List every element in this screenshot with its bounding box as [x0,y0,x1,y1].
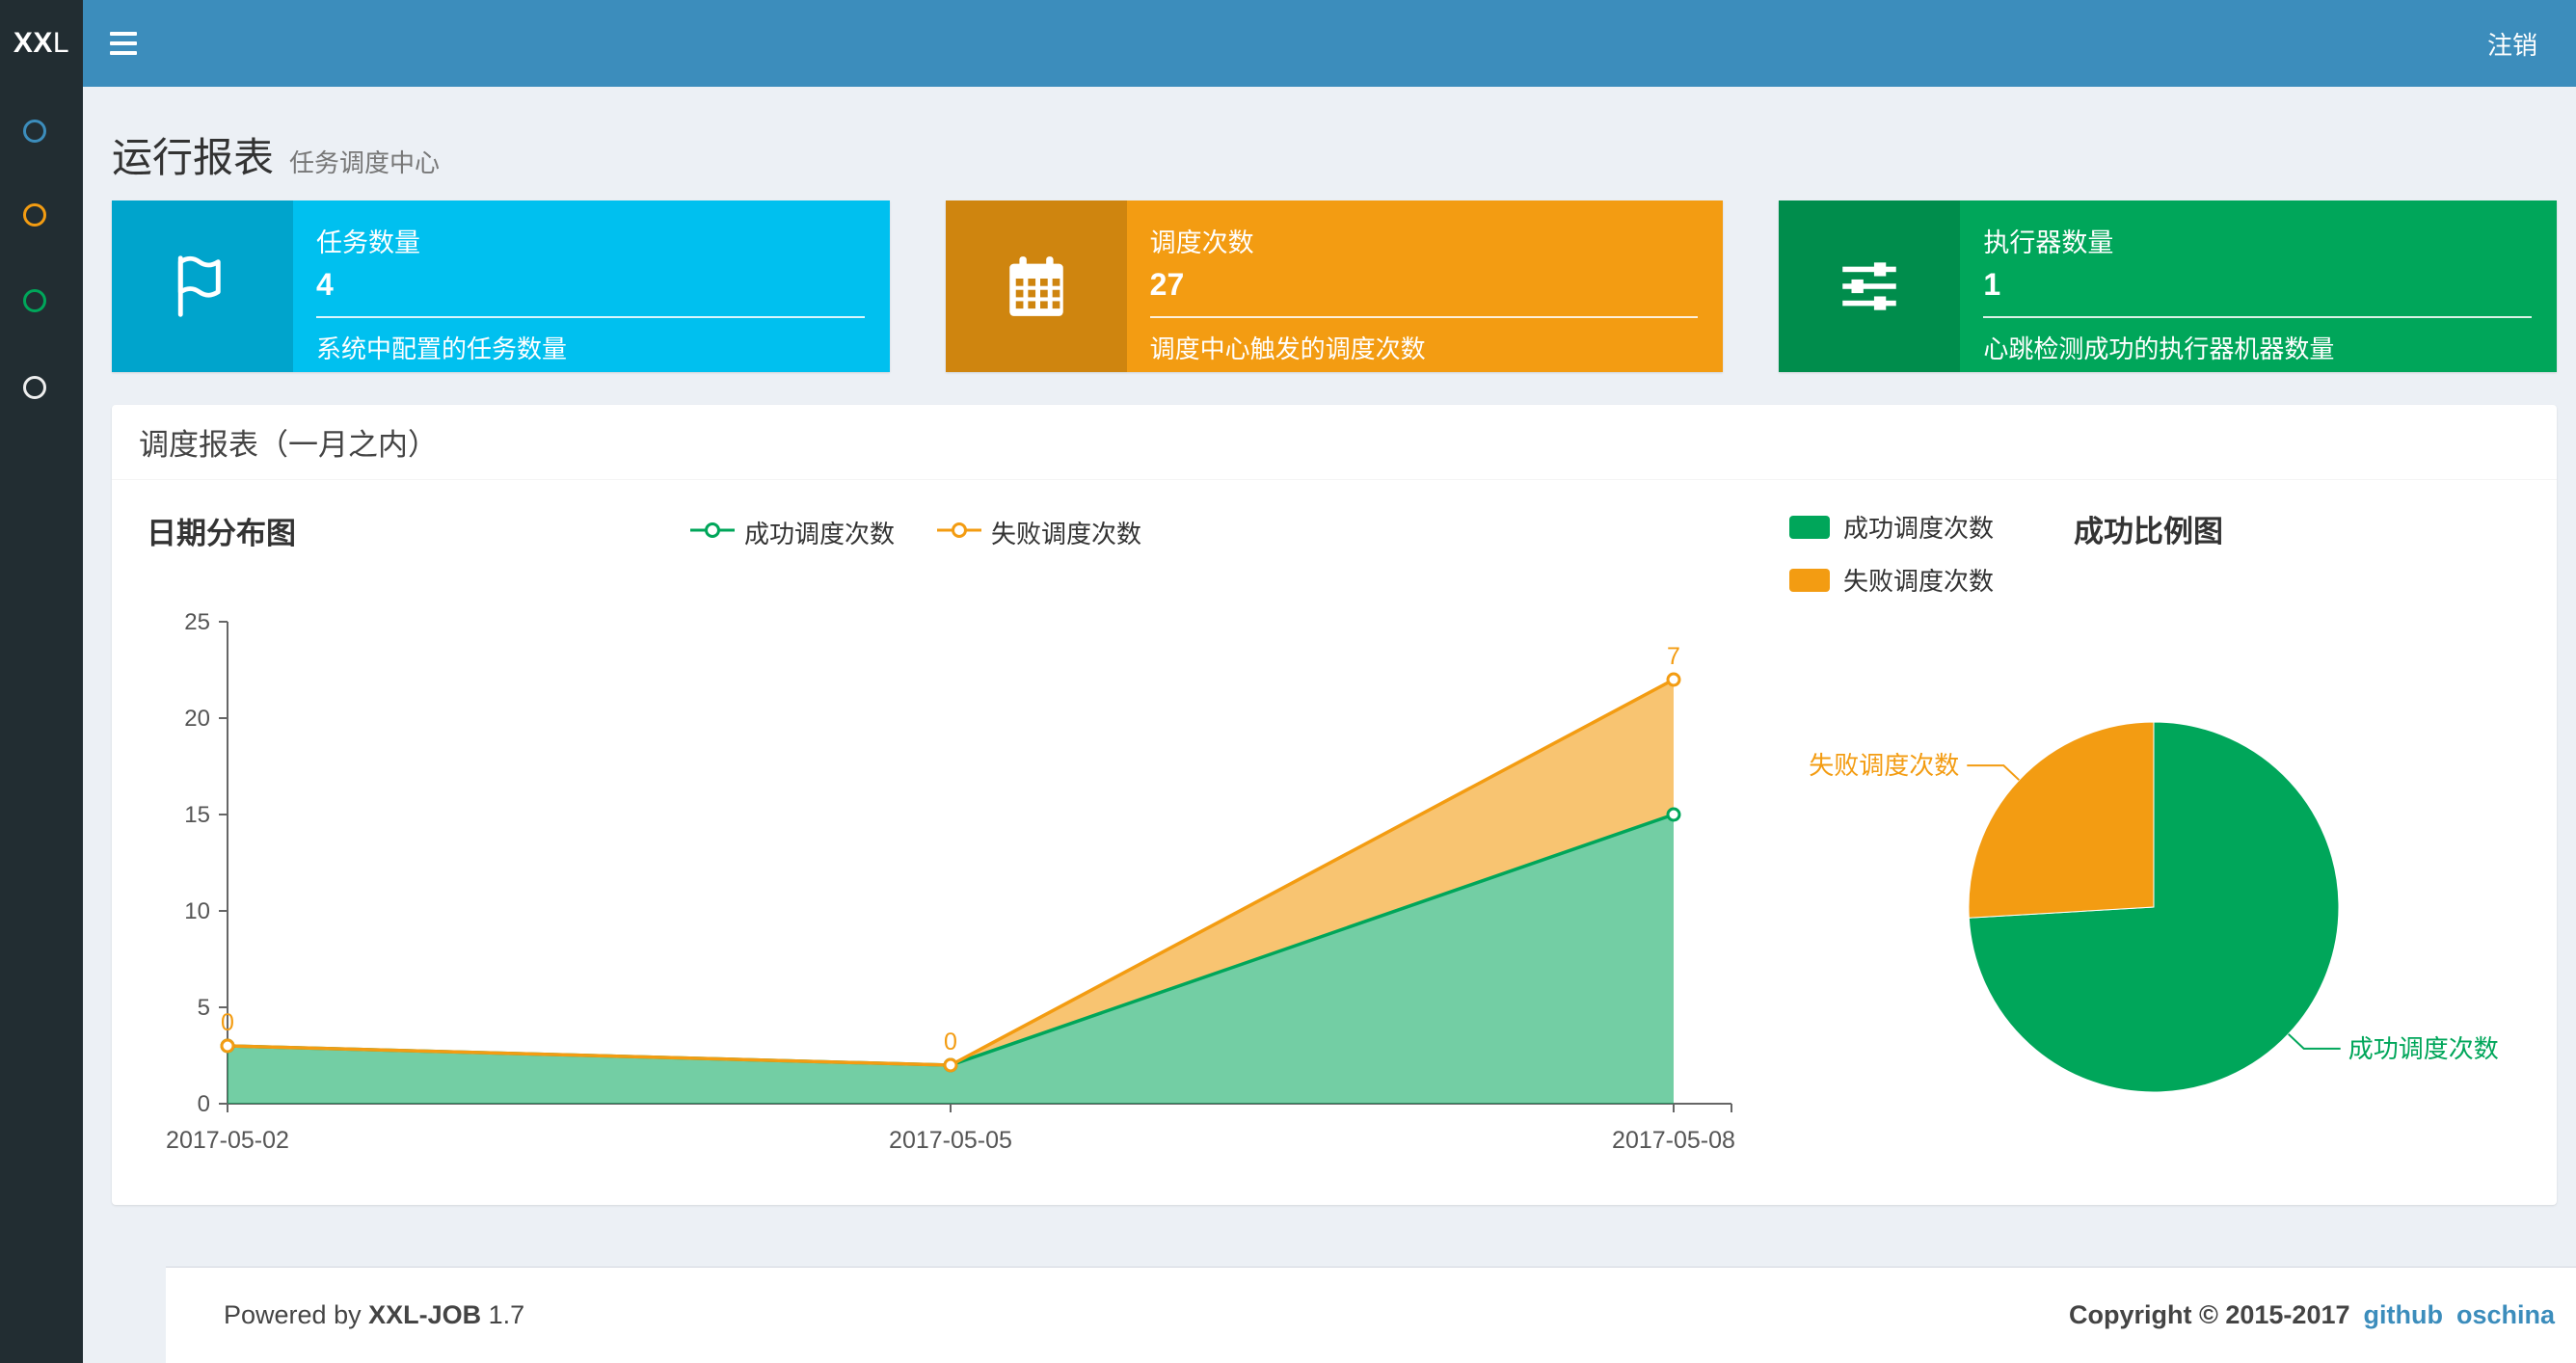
info-box-executors: 执行器数量 1 心跳检测成功的执行器机器数量 [1779,200,2558,372]
sliders-icon [1779,200,1961,372]
pie-chart-legend: 成功调度次数 失败调度次数 [1789,509,1994,598]
copyright-text: Copyright © 2015-2017 [2068,1300,2350,1329]
legend-label-fail: 失败调度次数 [991,520,1142,548]
page-title: 运行报表 [112,135,275,180]
line-legend-marker-success [690,521,735,544]
info-box-divider [1149,316,1699,318]
logout-link[interactable]: 注销 [2478,0,2547,87]
svg-text:0: 0 [944,1029,957,1056]
powered-by-text: Powered by [224,1300,362,1329]
app-logo-text-rest: L [52,27,70,59]
pie-legend-swatch-fail [1789,568,1830,592]
pie-chart-title: 成功比例图 [2074,515,2223,548]
info-box-divider [1983,316,2533,318]
pie-legend-item-success[interactable]: 成功调度次数 [1789,509,1994,545]
info-box-desc: 心跳检测成功的执行器机器数量 [1983,334,2335,363]
hamburger-icon [110,32,137,36]
page-subtitle: 任务调度中心 [289,148,441,177]
sidebar-toggle-button[interactable] [83,0,164,87]
line-chart-title: 日期分布图 [147,517,296,550]
svg-text:10: 10 [184,898,210,924]
svg-text:20: 20 [184,706,210,732]
info-box-label: 调度次数 [1149,228,1254,257]
svg-text:2017-05-05: 2017-05-05 [889,1127,1012,1154]
pie-legend-item-fail[interactable]: 失败调度次数 [1789,562,1994,598]
oschina-link[interactable]: oschina [2456,1300,2555,1330]
calendar-icon [945,200,1127,372]
svg-text:7: 7 [1667,643,1680,670]
info-box-value: 1 [1983,267,2001,302]
info-box-value: 4 [316,267,334,302]
svg-text:15: 15 [184,802,210,828]
legend-item-fail[interactable]: 失败调度次数 [937,515,1141,550]
app-logo-text: XX [13,27,53,59]
dispatch-report-panel: 调度报表（一月之内） 日期分布图 成功调度次数 失败调度次数 0 5 10 15 20 2… [112,405,2557,1205]
legend-label-success: 成功调度次数 [744,520,896,548]
product-name: XXL-JOB [368,1300,482,1329]
page-footer: Powered by XXL-JOB 1.7 Copyright © 2015-… [166,1267,2576,1363]
sidebar-menu-dot-3[interactable] [23,289,46,312]
pie-legend-swatch-success [1789,515,1830,539]
content-header: 运行报表 任务调度中心 [83,87,2576,184]
info-box-row: 任务数量 4 系统中配置的任务数量 调度次数 27 调度中心触发的调度次数 执行… [112,200,2558,372]
sidebar-menu-dot-2[interactable] [23,203,46,227]
line-chart-legend: 成功调度次数 失败调度次数 [690,515,1141,550]
svg-text:2017-05-08: 2017-05-08 [1612,1127,1735,1154]
svg-text:25: 25 [184,609,210,635]
line-chart: 05101520252017-05-02 2017-05-05 2017-05-08… [166,609,1735,1154]
main-content: 运行报表 任务调度中心 任务数量 4 系统中配置的任务数量 调度次数 27 调度… [83,87,2576,1363]
product-version: 1.7 [488,1300,525,1329]
github-link[interactable]: github [2364,1300,2443,1330]
info-box-desc: 调度中心触发的调度次数 [1149,334,1426,363]
sidebar-menu-dot-4[interactable] [23,376,46,399]
info-box-divider [316,316,865,318]
line-legend-marker-fail [937,521,982,544]
svg-text:5: 5 [198,995,210,1021]
svg-text:0: 0 [198,1091,210,1117]
pie-legend-label-success: 成功调度次数 [1843,514,1995,543]
info-box-value: 27 [1149,267,1185,302]
info-box-jobs: 任务数量 4 系统中配置的任务数量 [112,200,890,372]
top-navbar: XX L 注销 [0,0,2576,87]
flag-icon [112,200,293,372]
svg-text:0: 0 [221,1009,234,1036]
info-box-triggers: 调度次数 27 调度中心触发的调度次数 [945,200,1724,372]
app-logo[interactable]: XX L [0,0,83,87]
sidebar-menu-dot-1[interactable] [23,120,46,143]
info-box-label: 执行器数量 [1983,228,2114,257]
info-box-desc: 系统中配置的任务数量 [316,334,568,363]
sidebar [0,87,83,1363]
svg-text:失败调度次数: 失败调度次数 [1809,751,1959,780]
svg-text:2017-05-02: 2017-05-02 [166,1127,289,1154]
pie-chart: 成功调度次数 失败调度次数 [1809,721,2499,1093]
panel-title: 调度报表（一月之内） [139,428,438,462]
pie-legend-label-fail: 失败调度次数 [1843,567,1995,596]
svg-text:成功调度次数: 成功调度次数 [2348,1034,2499,1063]
legend-item-success[interactable]: 成功调度次数 [690,515,895,550]
info-box-label: 任务数量 [316,228,420,257]
